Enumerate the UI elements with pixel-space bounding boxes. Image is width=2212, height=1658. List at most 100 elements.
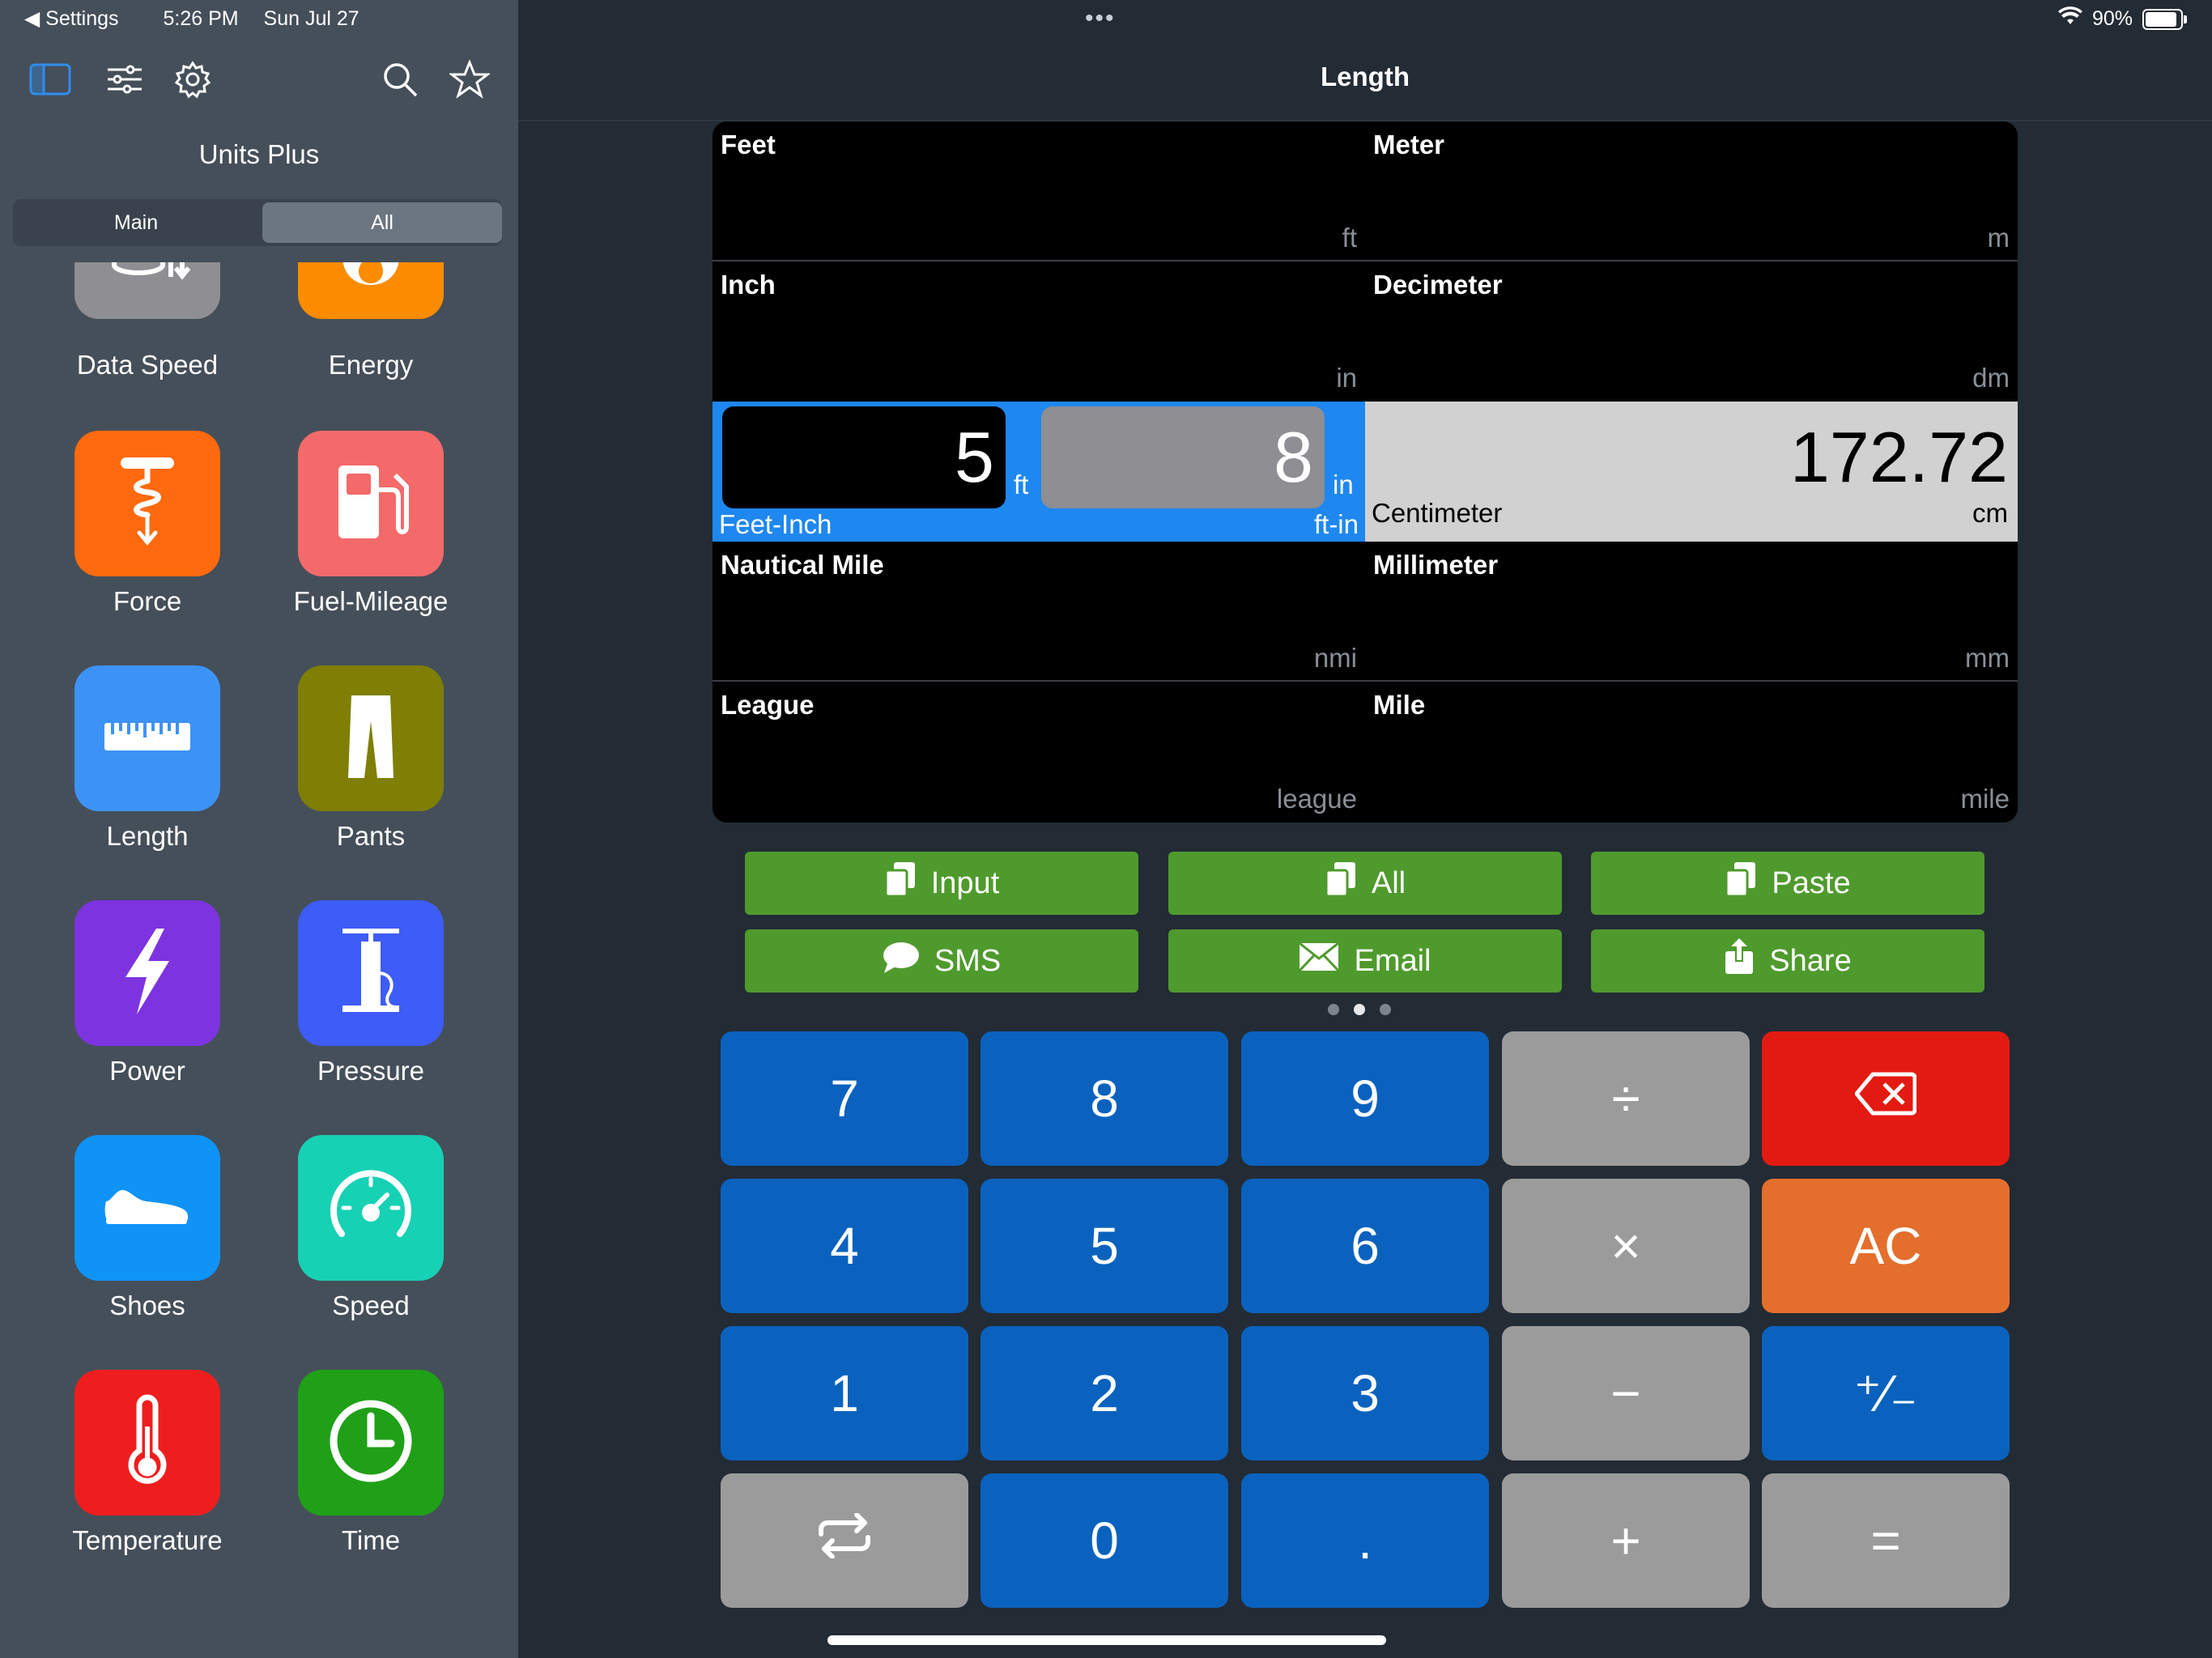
battery-percent: 90% — [2091, 7, 2133, 30]
paste-button[interactable]: Paste — [1591, 852, 1984, 915]
unit-cell-centimeter[interactable]: 172.72 Centimeter cm — [1365, 402, 2018, 542]
centimeter-value: 172.72 — [1789, 417, 2008, 497]
category-tile-energy[interactable] — [298, 262, 444, 319]
key-equals[interactable]: = — [1762, 1473, 2010, 1608]
category-tile-pants[interactable] — [298, 665, 444, 811]
category-label: Speed — [332, 1290, 410, 1320]
key-plus[interactable]: + — [1502, 1473, 1750, 1608]
unit-cell-decimeter[interactable]: Decimeter dm — [1365, 261, 2018, 402]
key-5[interactable]: 5 — [981, 1179, 1228, 1313]
segment-all[interactable]: All — [262, 202, 502, 243]
copy-document-icon — [884, 861, 917, 906]
segment-main[interactable]: Main — [16, 202, 256, 243]
button-label: Paste — [1772, 865, 1851, 900]
button-label: Input — [930, 865, 1000, 900]
page-indicator[interactable] — [1328, 1004, 1391, 1015]
key-4[interactable]: 4 — [721, 1179, 968, 1313]
unit-abbr: ft-in — [1313, 509, 1359, 539]
unit-abbr: mm — [1965, 643, 2010, 673]
unit-cell-league[interactable]: League league — [713, 682, 1365, 823]
category-tile-fuel-mileage[interactable] — [298, 431, 444, 576]
category-tile-time[interactable] — [298, 1370, 444, 1516]
unit-name: League — [721, 690, 815, 720]
app-title: Units Plus — [198, 139, 320, 169]
category-tile-speed[interactable] — [298, 1135, 444, 1281]
speech-bubble-icon — [883, 941, 920, 981]
unit-name: Centimeter — [1372, 498, 1503, 528]
envelope-icon — [1299, 942, 1340, 980]
feet-sub-unit: ft — [1014, 470, 1029, 500]
unit-abbr: cm — [1972, 498, 2008, 528]
category-tile-shoes[interactable] — [74, 1135, 220, 1281]
email-button[interactable]: Email — [1168, 929, 1562, 993]
category-label: Shoes — [109, 1290, 185, 1320]
key-all-clear[interactable]: AC — [1762, 1179, 2010, 1313]
category-label: Fuel-Mileage — [293, 586, 449, 616]
category-tile-length[interactable] — [74, 665, 220, 811]
gear-icon[interactable] — [168, 55, 217, 104]
wifi-icon — [2057, 6, 2082, 32]
category-tile-temperature[interactable] — [74, 1370, 220, 1516]
star-icon[interactable] — [445, 55, 494, 104]
status-time: 5:26 PM — [163, 7, 239, 30]
back-to-settings[interactable]: ◀ Settings — [24, 7, 138, 30]
sidebar-toggle-icon[interactable] — [26, 55, 74, 104]
unit-cell-nautical-mile[interactable]: Nautical Mile nmi — [713, 542, 1365, 682]
key-plus-minus[interactable]: ⁺∕₋ — [1762, 1326, 2010, 1460]
key-multiply[interactable]: × — [1502, 1179, 1750, 1313]
category-tile-data-speed[interactable] — [74, 262, 220, 319]
key-1[interactable]: 1 — [721, 1326, 968, 1460]
unit-name: Meter — [1373, 130, 1445, 159]
sidebar-toolbar — [0, 55, 518, 107]
backspace-icon — [1854, 1069, 1917, 1129]
copy-document-icon — [1325, 861, 1357, 906]
unit-cell-meter[interactable]: Meter m — [1365, 121, 2018, 261]
unit-cell-feet-inch[interactable]: 5 ft 8 in Feet-Inch ft-in — [713, 402, 1365, 542]
key-swap[interactable] — [721, 1473, 968, 1608]
unit-cell-inch[interactable]: Inch in — [713, 261, 1365, 402]
filter-sliders-icon[interactable] — [100, 55, 149, 104]
home-indicator[interactable] — [827, 1635, 1386, 1645]
unit-cell-millimeter[interactable]: Millimeter mm — [1365, 542, 2018, 682]
button-label: SMS — [934, 943, 1002, 978]
search-icon[interactable] — [376, 55, 424, 104]
category-tile-pressure[interactable] — [298, 900, 444, 1046]
unit-abbr: ft — [1342, 223, 1357, 253]
key-divide[interactable]: ÷ — [1502, 1031, 1750, 1166]
unit-cell-feet[interactable]: Feet ft — [713, 121, 1365, 261]
category-tile-power[interactable] — [74, 900, 220, 1046]
copy-input-button[interactable]: Input — [745, 852, 1138, 915]
back-app-label: Settings — [45, 7, 119, 30]
key-0[interactable]: 0 — [981, 1473, 1228, 1608]
paste-document-icon — [1725, 861, 1757, 906]
key-9[interactable]: 9 — [1241, 1031, 1489, 1166]
share-button[interactable]: Share — [1591, 929, 1984, 993]
key-backspace[interactable] — [1762, 1031, 2010, 1166]
key-8[interactable]: 8 — [981, 1031, 1228, 1166]
category-label: Energy — [328, 350, 414, 380]
key-6[interactable]: 6 — [1241, 1179, 1489, 1313]
inch-value-field[interactable]: 8 — [1041, 406, 1325, 508]
key-7[interactable]: 7 — [721, 1031, 968, 1166]
key-minus[interactable]: − — [1502, 1326, 1750, 1460]
key-3[interactable]: 3 — [1241, 1326, 1489, 1460]
button-label: Email — [1354, 943, 1431, 978]
corkscrew-icon — [115, 453, 180, 555]
category-tile-force[interactable] — [74, 431, 220, 576]
copy-all-button[interactable]: All — [1168, 852, 1562, 915]
button-label: Share — [1769, 943, 1852, 978]
key-decimal[interactable]: . — [1241, 1473, 1489, 1608]
unit-abbr: dm — [1972, 363, 2010, 393]
multitasking-dots[interactable]: ••• — [1085, 5, 1116, 32]
unit-name: Millimeter — [1373, 550, 1499, 580]
shoe-icon — [103, 1182, 192, 1235]
pump-icon — [334, 925, 407, 1022]
thermometer-icon — [123, 1394, 172, 1492]
unit-abbr: mile — [1960, 784, 2010, 814]
sms-button[interactable]: SMS — [745, 929, 1138, 993]
key-2[interactable]: 2 — [981, 1326, 1228, 1460]
status-date: Sun Jul 27 — [263, 7, 359, 30]
feet-value-field[interactable]: 5 — [722, 406, 1006, 508]
unit-cell-mile[interactable]: Mile mile — [1365, 682, 2018, 823]
battery-icon — [2142, 8, 2187, 30]
